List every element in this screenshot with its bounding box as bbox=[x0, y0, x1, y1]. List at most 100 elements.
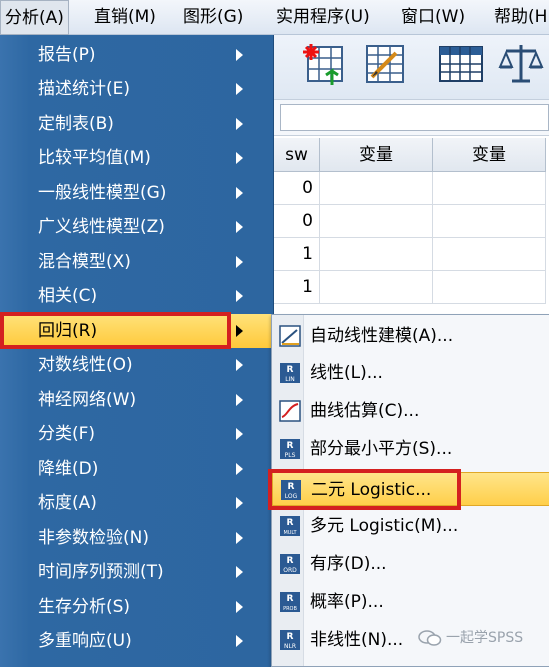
submenu-item-label: 部分最小平方(S)... bbox=[310, 439, 453, 459]
menu-item-descriptive-statistics[interactable]: 描述统计(E) bbox=[0, 72, 274, 106]
menu-analyze[interactable]: 分析(A) bbox=[0, 0, 69, 35]
submenu-arrow-icon bbox=[236, 497, 243, 509]
annotation-highlight-regression bbox=[0, 312, 231, 349]
menu-utilities[interactable]: 实用程序(U) bbox=[276, 0, 370, 35]
submenu-item-label: 多元 Logistic(M)... bbox=[310, 516, 459, 536]
column-header-sw[interactable]: sw bbox=[274, 138, 320, 172]
menu-item-label: 非参数检验(N) bbox=[38, 528, 149, 548]
cell-var1-1[interactable] bbox=[320, 172, 433, 205]
cell-value-input[interactable] bbox=[280, 104, 549, 131]
column-header-var2[interactable]: 变量 bbox=[433, 138, 546, 172]
cell-var2-4[interactable] bbox=[433, 271, 546, 304]
curve-estimation-icon bbox=[279, 400, 301, 422]
menu-item-generalized-linear-models[interactable]: 广义线性模型(Z) bbox=[0, 210, 274, 244]
cell-var2-3[interactable] bbox=[433, 238, 546, 271]
data-grid: sw 变量 变量 0 0 1 1 bbox=[274, 138, 549, 318]
submenu-arrow-icon bbox=[236, 118, 243, 130]
menu-item-survival[interactable]: 生存分析(S) bbox=[0, 590, 274, 624]
menu-item-label: 相关(C) bbox=[38, 286, 98, 306]
submenu-item-partial-least-squares[interactable]: R PLS 部分最小平方(S)... bbox=[272, 432, 549, 466]
cell-var2-1[interactable] bbox=[433, 172, 546, 205]
submenu-arrow-icon bbox=[236, 256, 243, 268]
auto-linear-icon bbox=[279, 325, 301, 347]
submenu-arrow-icon bbox=[236, 428, 243, 440]
menu-item-neural-networks[interactable]: 神经网络(W) bbox=[0, 383, 274, 417]
submenu-arrow-icon bbox=[236, 325, 243, 337]
submenu-item-ordinal[interactable]: R ORD 有序(D)... bbox=[272, 547, 549, 581]
submenu-arrow-icon bbox=[236, 359, 243, 371]
icon-tag: ORD bbox=[283, 567, 297, 574]
menu-item-label: 定制表(B) bbox=[38, 114, 114, 134]
submenu-arrow-icon bbox=[236, 566, 243, 578]
menu-graphs[interactable]: 图形(G) bbox=[183, 0, 243, 35]
menu-item-label: 描述统计(E) bbox=[38, 79, 131, 99]
menu-item-reports[interactable]: 报告(P) bbox=[0, 38, 274, 72]
icon-tag: PLS bbox=[285, 452, 296, 459]
menu-item-label: 生存分析(S) bbox=[38, 597, 131, 617]
svg-text:R: R bbox=[287, 518, 294, 528]
menu-bar: 分析(A) 直销(M) 图形(G) 实用程序(U) 窗口(W) 帮助(H bbox=[0, 0, 549, 35]
data-table-icon[interactable] bbox=[438, 41, 484, 87]
cell-sw-3[interactable]: 1 bbox=[274, 238, 320, 271]
menu-item-label: 报告(P) bbox=[38, 45, 96, 65]
menu-item-dimension-reduction[interactable]: 降维(D) bbox=[0, 452, 274, 486]
submenu-item-linear[interactable]: R LIN 线性(L)... bbox=[272, 356, 549, 390]
probit-icon: R PROB bbox=[280, 592, 300, 612]
menu-item-custom-tables[interactable]: 定制表(B) bbox=[0, 107, 274, 141]
svg-text:R: R bbox=[287, 365, 294, 375]
cell-sw-1[interactable]: 0 bbox=[274, 172, 320, 205]
menu-item-correlate[interactable]: 相关(C) bbox=[0, 279, 274, 313]
submenu-item-curve-estimation[interactable]: 曲线估算(C)... bbox=[272, 394, 549, 428]
weight-cases-icon[interactable] bbox=[498, 41, 544, 87]
menu-item-forecasting[interactable]: 时间序列预测(T) bbox=[0, 555, 274, 589]
menu-item-label: 混合模型(X) bbox=[38, 252, 131, 272]
column-header-var1[interactable]: 变量 bbox=[320, 138, 433, 172]
annotation-highlight-binary-logistic bbox=[268, 469, 461, 510]
cell-var1-2[interactable] bbox=[320, 205, 433, 238]
submenu-arrow-icon bbox=[236, 394, 243, 406]
menu-item-general-linear-model[interactable]: 一般线性模型(G) bbox=[0, 176, 274, 210]
menu-direct-marketing[interactable]: 直销(M) bbox=[94, 0, 156, 35]
insert-cases-icon[interactable] bbox=[302, 41, 348, 87]
menu-item-classify[interactable]: 分类(F) bbox=[0, 417, 274, 451]
cell-var1-4[interactable] bbox=[320, 271, 433, 304]
svg-text:R: R bbox=[287, 441, 294, 451]
cell-var1-3[interactable] bbox=[320, 238, 433, 271]
cell-sw-2[interactable]: 0 bbox=[274, 205, 320, 238]
submenu-item-label: 自动线性建模(A)... bbox=[310, 326, 454, 346]
menu-item-label: 对数线性(O) bbox=[38, 355, 133, 375]
menu-help[interactable]: 帮助(H bbox=[494, 0, 547, 35]
icon-tag: MULT bbox=[283, 530, 297, 536]
submenu-item-label: 概率(P)... bbox=[310, 592, 384, 612]
menu-item-label: 多重响应(U) bbox=[38, 631, 132, 651]
menu-item-multiple-response[interactable]: 多重响应(U) bbox=[0, 624, 274, 658]
submenu-item-label: 线性(L)... bbox=[310, 363, 383, 383]
cell-sw-4[interactable]: 1 bbox=[274, 271, 320, 304]
pls-icon: R PLS bbox=[280, 439, 300, 459]
toolbar bbox=[274, 35, 549, 100]
menu-item-label: 降维(D) bbox=[38, 459, 99, 479]
svg-text:R: R bbox=[287, 632, 294, 642]
menu-window[interactable]: 窗口(W) bbox=[401, 0, 465, 35]
multinomial-logistic-icon: R MULT bbox=[280, 516, 300, 536]
linear-lin-icon: R LIN bbox=[280, 363, 300, 383]
svg-text:R: R bbox=[287, 556, 294, 566]
variable-view-icon[interactable] bbox=[362, 41, 408, 87]
submenu-item-probit[interactable]: R PROB 概率(P)... bbox=[272, 585, 549, 619]
nonlinear-icon: R NLR bbox=[280, 630, 300, 650]
menu-item-mixed-models[interactable]: 混合模型(X) bbox=[0, 245, 274, 279]
submenu-arrow-icon bbox=[236, 290, 243, 302]
menu-item-label: 一般线性模型(G) bbox=[38, 183, 167, 203]
analyze-menu: 报告(P) 描述统计(E) 定制表(B) 比较平均值(M) 一般线性模型(G) … bbox=[0, 35, 274, 667]
menu-item-compare-means[interactable]: 比较平均值(M) bbox=[0, 141, 274, 175]
cell-editor-bar bbox=[274, 100, 549, 136]
cell-var2-2[interactable] bbox=[433, 205, 546, 238]
menu-item-loglinear[interactable]: 对数线性(O) bbox=[0, 348, 274, 382]
submenu-arrow-icon bbox=[236, 532, 243, 544]
menu-item-scale[interactable]: 标度(A) bbox=[0, 486, 274, 520]
menu-item-nonparametric-tests[interactable]: 非参数检验(N) bbox=[0, 521, 274, 555]
submenu-item-multinomial-logistic[interactable]: R MULT 多元 Logistic(M)... bbox=[272, 509, 549, 543]
menu-item-label: 比较平均值(M) bbox=[38, 148, 151, 168]
submenu-arrow-icon bbox=[236, 49, 243, 61]
submenu-item-automatic-linear[interactable]: 自动线性建模(A)... bbox=[272, 319, 549, 353]
